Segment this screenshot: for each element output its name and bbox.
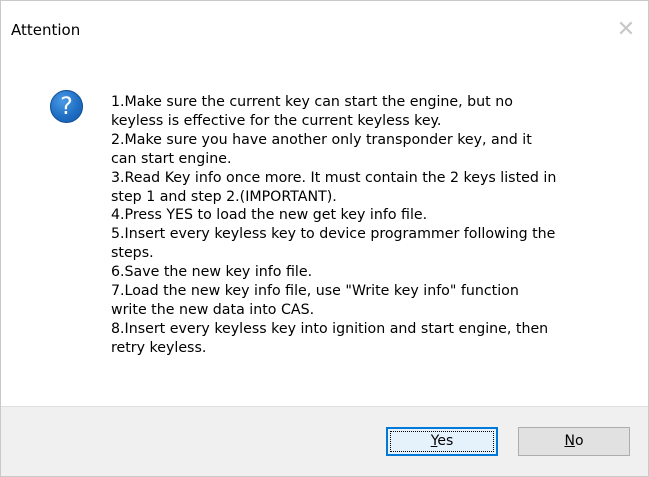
message-line: steps. — [111, 245, 154, 262]
attention-dialog: Attention ✕ ? 1.Make sure the current ke… — [0, 0, 649, 477]
message-text: 1.Make sure the current key can start th… — [111, 93, 631, 358]
message-line: 8.Insert every keyless key into ignition… — [111, 320, 549, 337]
message-line: 1.Make sure the current key can start th… — [111, 94, 513, 110]
yes-button-label: Yes — [430, 433, 454, 449]
no-button-label: No — [564, 433, 584, 449]
message-line: 5.Insert every keyless key to device pro… — [111, 226, 556, 243]
dialog-title: Attention — [11, 21, 81, 39]
dialog-body: ? 1.Make sure the current key can start … — [1, 63, 648, 406]
button-bar: Yes No — [1, 406, 648, 476]
close-icon[interactable]: ✕ — [610, 15, 642, 45]
message-line: 3.Read Key info once more. It must conta… — [111, 169, 557, 186]
question-icon: ? — [50, 90, 83, 123]
message-line: 6.Save the new key info file. — [111, 264, 313, 281]
message-line: step 1 and step 2.(IMPORTANT). — [111, 188, 337, 205]
yes-button[interactable]: Yes — [386, 427, 498, 456]
message-line: can start engine. — [111, 150, 232, 167]
title-bar[interactable]: Attention ✕ — [1, 1, 648, 63]
message-line: keyless is effective for the current key… — [111, 112, 442, 129]
no-button[interactable]: No — [518, 427, 630, 456]
message-line: retry keyless. — [111, 339, 207, 356]
message-line: 7.Load the new key info file, use "Write… — [111, 283, 519, 300]
message-line: write the new data into CAS. — [111, 301, 315, 318]
message-line: 4.Press YES to load the new get key info… — [111, 207, 428, 224]
message-line: 2.Make sure you have another only transp… — [111, 131, 532, 148]
